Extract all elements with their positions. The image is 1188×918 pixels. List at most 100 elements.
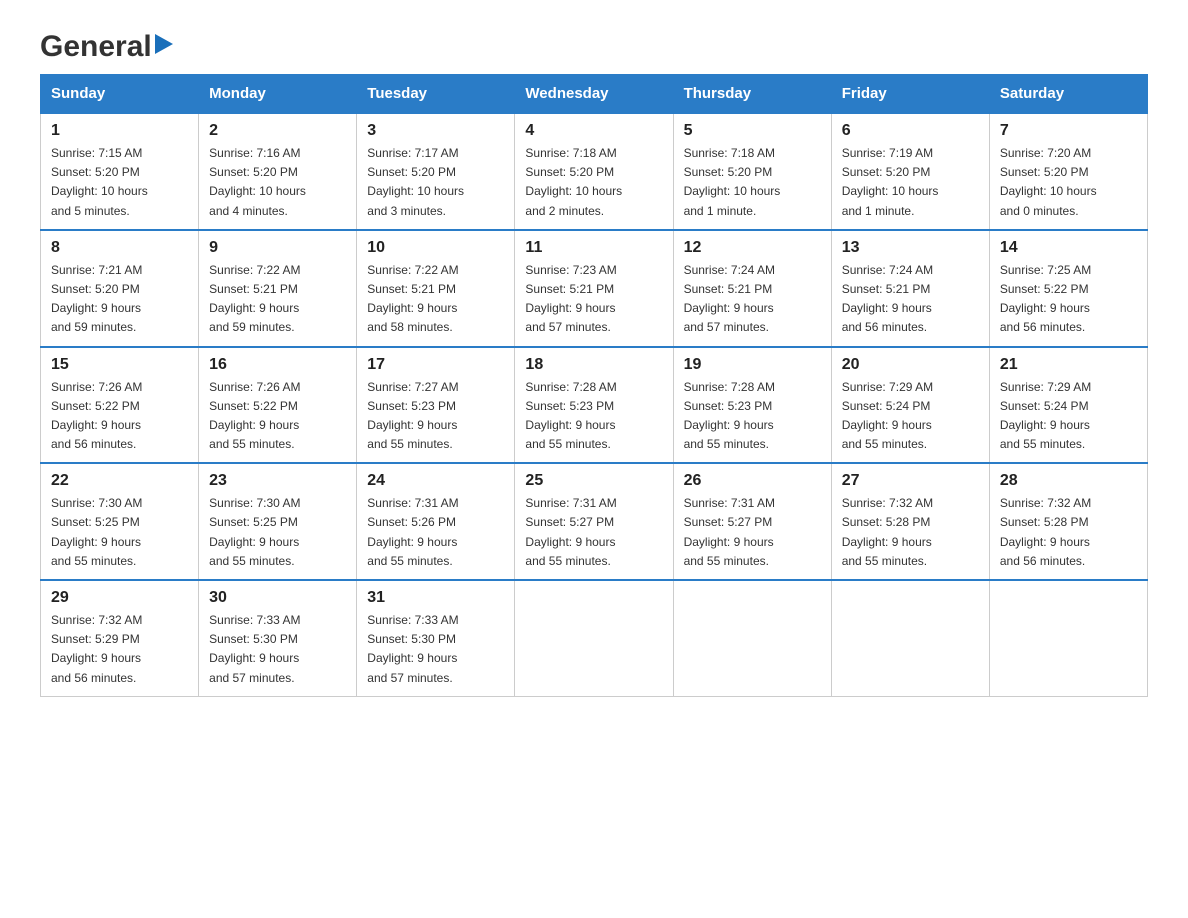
day-number: 11 [525, 239, 662, 257]
day-info: Sunrise: 7:22 AM Sunset: 5:21 PM Dayligh… [367, 261, 504, 338]
day-info: Sunrise: 7:27 AM Sunset: 5:23 PM Dayligh… [367, 378, 504, 455]
calendar-cell: 30 Sunrise: 7:33 AM Sunset: 5:30 PM Dayl… [199, 580, 357, 696]
day-number: 18 [525, 356, 662, 374]
day-number: 10 [367, 239, 504, 257]
day-number: 3 [367, 122, 504, 140]
calendar-cell: 2 Sunrise: 7:16 AM Sunset: 5:20 PM Dayli… [199, 113, 357, 230]
calendar-cell: 7 Sunrise: 7:20 AM Sunset: 5:20 PM Dayli… [989, 113, 1147, 230]
day-info: Sunrise: 7:31 AM Sunset: 5:27 PM Dayligh… [684, 494, 821, 571]
calendar-cell: 4 Sunrise: 7:18 AM Sunset: 5:20 PM Dayli… [515, 113, 673, 230]
calendar-cell: 8 Sunrise: 7:21 AM Sunset: 5:20 PM Dayli… [41, 230, 199, 347]
day-number: 5 [684, 122, 821, 140]
calendar-cell: 6 Sunrise: 7:19 AM Sunset: 5:20 PM Dayli… [831, 113, 989, 230]
day-number: 27 [842, 472, 979, 490]
calendar-cell: 1 Sunrise: 7:15 AM Sunset: 5:20 PM Dayli… [41, 113, 199, 230]
calendar-week-row: 29 Sunrise: 7:32 AM Sunset: 5:29 PM Dayl… [41, 580, 1148, 696]
day-info: Sunrise: 7:22 AM Sunset: 5:21 PM Dayligh… [209, 261, 346, 338]
day-info: Sunrise: 7:29 AM Sunset: 5:24 PM Dayligh… [1000, 378, 1137, 455]
day-info: Sunrise: 7:21 AM Sunset: 5:20 PM Dayligh… [51, 261, 188, 338]
calendar-cell: 27 Sunrise: 7:32 AM Sunset: 5:28 PM Dayl… [831, 463, 989, 580]
calendar-cell: 16 Sunrise: 7:26 AM Sunset: 5:22 PM Dayl… [199, 347, 357, 464]
calendar-cell: 25 Sunrise: 7:31 AM Sunset: 5:27 PM Dayl… [515, 463, 673, 580]
weekday-header-wednesday: Wednesday [515, 75, 673, 114]
calendar-cell: 15 Sunrise: 7:26 AM Sunset: 5:22 PM Dayl… [41, 347, 199, 464]
calendar-cell: 24 Sunrise: 7:31 AM Sunset: 5:26 PM Dayl… [357, 463, 515, 580]
day-number: 4 [525, 122, 662, 140]
calendar-table: SundayMondayTuesdayWednesdayThursdayFrid… [40, 74, 1148, 697]
calendar-cell: 13 Sunrise: 7:24 AM Sunset: 5:21 PM Dayl… [831, 230, 989, 347]
day-number: 13 [842, 239, 979, 257]
day-info: Sunrise: 7:30 AM Sunset: 5:25 PM Dayligh… [51, 494, 188, 571]
day-number: 21 [1000, 356, 1137, 374]
day-number: 22 [51, 472, 188, 490]
day-number: 29 [51, 589, 188, 607]
day-number: 16 [209, 356, 346, 374]
calendar-cell [831, 580, 989, 696]
day-info: Sunrise: 7:24 AM Sunset: 5:21 PM Dayligh… [842, 261, 979, 338]
calendar-cell: 5 Sunrise: 7:18 AM Sunset: 5:20 PM Dayli… [673, 113, 831, 230]
calendar-cell: 21 Sunrise: 7:29 AM Sunset: 5:24 PM Dayl… [989, 347, 1147, 464]
weekday-header-tuesday: Tuesday [357, 75, 515, 114]
weekday-header-saturday: Saturday [989, 75, 1147, 114]
calendar-cell: 9 Sunrise: 7:22 AM Sunset: 5:21 PM Dayli… [199, 230, 357, 347]
day-number: 30 [209, 589, 346, 607]
calendar-cell: 3 Sunrise: 7:17 AM Sunset: 5:20 PM Dayli… [357, 113, 515, 230]
day-info: Sunrise: 7:33 AM Sunset: 5:30 PM Dayligh… [367, 611, 504, 688]
day-info: Sunrise: 7:19 AM Sunset: 5:20 PM Dayligh… [842, 144, 979, 221]
day-info: Sunrise: 7:32 AM Sunset: 5:28 PM Dayligh… [842, 494, 979, 571]
day-info: Sunrise: 7:18 AM Sunset: 5:20 PM Dayligh… [525, 144, 662, 221]
day-number: 2 [209, 122, 346, 140]
calendar-cell: 11 Sunrise: 7:23 AM Sunset: 5:21 PM Dayl… [515, 230, 673, 347]
day-info: Sunrise: 7:26 AM Sunset: 5:22 PM Dayligh… [209, 378, 346, 455]
day-info: Sunrise: 7:29 AM Sunset: 5:24 PM Dayligh… [842, 378, 979, 455]
weekday-header-row: SundayMondayTuesdayWednesdayThursdayFrid… [41, 75, 1148, 114]
weekday-header-sunday: Sunday [41, 75, 199, 114]
calendar-cell: 14 Sunrise: 7:25 AM Sunset: 5:22 PM Dayl… [989, 230, 1147, 347]
day-number: 26 [684, 472, 821, 490]
day-number: 9 [209, 239, 346, 257]
day-info: Sunrise: 7:26 AM Sunset: 5:22 PM Dayligh… [51, 378, 188, 455]
logo-arrow-icon [155, 34, 173, 54]
day-number: 19 [684, 356, 821, 374]
day-number: 8 [51, 239, 188, 257]
page-header: General [40, 30, 1148, 64]
calendar-header: SundayMondayTuesdayWednesdayThursdayFrid… [41, 75, 1148, 114]
day-number: 20 [842, 356, 979, 374]
calendar-cell: 28 Sunrise: 7:32 AM Sunset: 5:28 PM Dayl… [989, 463, 1147, 580]
day-number: 17 [367, 356, 504, 374]
day-number: 31 [367, 589, 504, 607]
weekday-header-thursday: Thursday [673, 75, 831, 114]
day-info: Sunrise: 7:31 AM Sunset: 5:26 PM Dayligh… [367, 494, 504, 571]
calendar-cell [989, 580, 1147, 696]
calendar-cell: 18 Sunrise: 7:28 AM Sunset: 5:23 PM Dayl… [515, 347, 673, 464]
day-info: Sunrise: 7:28 AM Sunset: 5:23 PM Dayligh… [525, 378, 662, 455]
calendar-week-row: 8 Sunrise: 7:21 AM Sunset: 5:20 PM Dayli… [41, 230, 1148, 347]
weekday-header-friday: Friday [831, 75, 989, 114]
day-info: Sunrise: 7:33 AM Sunset: 5:30 PM Dayligh… [209, 611, 346, 688]
calendar-cell: 20 Sunrise: 7:29 AM Sunset: 5:24 PM Dayl… [831, 347, 989, 464]
calendar-cell: 17 Sunrise: 7:27 AM Sunset: 5:23 PM Dayl… [357, 347, 515, 464]
day-number: 7 [1000, 122, 1137, 140]
day-info: Sunrise: 7:16 AM Sunset: 5:20 PM Dayligh… [209, 144, 346, 221]
logo: General [40, 30, 173, 64]
calendar-cell: 23 Sunrise: 7:30 AM Sunset: 5:25 PM Dayl… [199, 463, 357, 580]
day-info: Sunrise: 7:15 AM Sunset: 5:20 PM Dayligh… [51, 144, 188, 221]
calendar-week-row: 1 Sunrise: 7:15 AM Sunset: 5:20 PM Dayli… [41, 113, 1148, 230]
calendar-cell: 12 Sunrise: 7:24 AM Sunset: 5:21 PM Dayl… [673, 230, 831, 347]
day-info: Sunrise: 7:17 AM Sunset: 5:20 PM Dayligh… [367, 144, 504, 221]
day-number: 23 [209, 472, 346, 490]
day-number: 12 [684, 239, 821, 257]
logo-text: General [40, 30, 152, 64]
day-info: Sunrise: 7:30 AM Sunset: 5:25 PM Dayligh… [209, 494, 346, 571]
day-info: Sunrise: 7:31 AM Sunset: 5:27 PM Dayligh… [525, 494, 662, 571]
day-number: 6 [842, 122, 979, 140]
day-number: 28 [1000, 472, 1137, 490]
day-number: 15 [51, 356, 188, 374]
day-info: Sunrise: 7:28 AM Sunset: 5:23 PM Dayligh… [684, 378, 821, 455]
day-info: Sunrise: 7:25 AM Sunset: 5:22 PM Dayligh… [1000, 261, 1137, 338]
day-info: Sunrise: 7:32 AM Sunset: 5:28 PM Dayligh… [1000, 494, 1137, 571]
calendar-cell: 19 Sunrise: 7:28 AM Sunset: 5:23 PM Dayl… [673, 347, 831, 464]
day-number: 14 [1000, 239, 1137, 257]
day-info: Sunrise: 7:24 AM Sunset: 5:21 PM Dayligh… [684, 261, 821, 338]
calendar-week-row: 15 Sunrise: 7:26 AM Sunset: 5:22 PM Dayl… [41, 347, 1148, 464]
